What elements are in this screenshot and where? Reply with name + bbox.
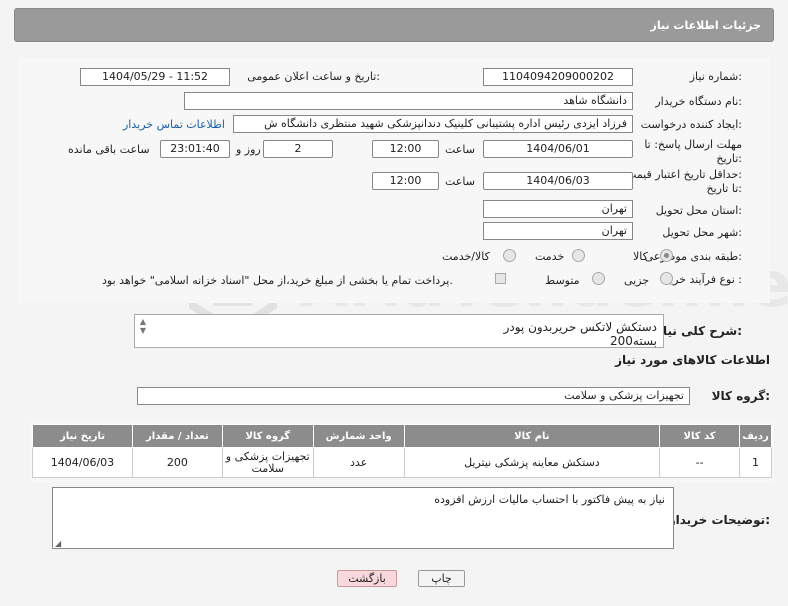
buyer-notes-box: نیاز به پیش فاکتور با احتساب مالیات ارزش… [52, 487, 674, 549]
treasury-payment-checkbox[interactable] [495, 273, 506, 284]
cell-qty: 200 [131, 447, 223, 478]
remaining-time-label: ساعت باقی مانده [68, 143, 150, 156]
buyer-notes-label: توضیحات خریدار: [668, 513, 770, 527]
deadline-label-line2: تاریخ: [716, 152, 742, 165]
cell-code: -- [659, 447, 741, 478]
deadline-date-field: 1404/06/01 [483, 140, 633, 158]
page-title: جزئیات اطلاعات نیاز [650, 19, 762, 32]
process-option-medium: متوسط [545, 274, 580, 287]
col-header-date: تاریخ نیاز [32, 424, 133, 448]
buyer-org-label: نام دستگاه خریدار: [655, 95, 742, 108]
cell-row: 1 [739, 447, 772, 478]
need-description-line2: 200بسته [609, 334, 657, 348]
need-number-field: 1104094209000202 [483, 68, 633, 86]
price-validity-time-field: 12:00 [372, 172, 439, 190]
deadline-label-line1: مهلت ارسال پاسخ: تا [644, 138, 742, 151]
goods-table-header: ردیف کد کالا نام کالا واحد شمارش گروه کا… [32, 424, 772, 448]
deadline-time-label: ساعت [445, 143, 475, 156]
need-description-line1: دستکش لاتکس حریربدون پودر [503, 320, 657, 334]
city-field: تهران [483, 222, 633, 240]
buyer-contact-link[interactable]: اطلاعات تماس خریدار [123, 118, 225, 131]
city-label: شهر محل تحویل: [662, 226, 742, 239]
buyer-notes-text: نیاز به پیش فاکتور با احتساب مالیات ارزش… [434, 493, 665, 506]
scroll-arrows-icon[interactable]: ▲ ▼ [137, 317, 149, 343]
goods-section-title: اطلاعات کالاهای مورد نیاز [615, 353, 770, 367]
col-header-row: ردیف [739, 424, 772, 448]
resize-handle-icon[interactable]: ◢ [55, 539, 61, 548]
page-header: جزئیات اطلاعات نیاز [14, 8, 774, 42]
days-label: روز و [236, 143, 261, 156]
goods-table: ردیف کد کالا نام کالا واحد شمارش گروه کا… [32, 424, 772, 478]
deadline-time-field: 12:00 [372, 140, 439, 158]
col-header-name: نام کالا [403, 424, 661, 448]
announce-date-field: 1404/05/29 - 11:52 [80, 68, 230, 86]
cell-group: تجهیزات پزشکی و سلامت [221, 447, 314, 478]
col-header-group: گروه کالا [221, 424, 314, 448]
days-remaining-field: 2 [263, 140, 333, 158]
process-radio-medium[interactable] [592, 272, 605, 285]
cell-date: 1404/06/03 [32, 447, 133, 478]
category-radio-goods-service[interactable] [503, 249, 516, 262]
goods-group-label: گروه کالا: [711, 389, 770, 403]
buyer-org-field: دانشگاه شاهد [184, 92, 633, 110]
price-validity-label-line1: حداقل تاریخ اعتبار قیمت: [626, 168, 742, 181]
remaining-time-field: 23:01:40 [160, 140, 230, 158]
table-row: 1 -- دستکش معاینه پزشکی نیتریل عدد تجهیز… [32, 447, 772, 478]
province-label: استان محل تحویل: [655, 204, 742, 217]
process-option-minor: جزیی [624, 274, 650, 287]
creator-label: ایجاد کننده درخواست: [640, 118, 742, 131]
print-button[interactable]: چاپ [418, 570, 465, 587]
need-number-label: شماره نیاز: [689, 70, 742, 83]
announce-date-label: تاریخ و ساعت اعلان عمومی: [247, 70, 380, 83]
cell-name: دستکش معاینه پزشکی نیتریل [403, 447, 661, 478]
category-option-goods-service: کالا/خدمت [442, 250, 490, 263]
cell-unit: عدد [312, 447, 405, 478]
process-radio-minor[interactable] [660, 272, 673, 285]
goods-group-field: تجهیزات پزشکی و سلامت [137, 387, 690, 405]
category-option-goods: کالا [633, 250, 648, 263]
price-validity-label-line2: تا تاریخ: [706, 182, 742, 195]
category-option-service: خدمت [535, 250, 565, 263]
back-button[interactable]: بازگشت [337, 570, 397, 587]
process-type-label: نوع فرآیند خرید : [664, 273, 742, 286]
treasury-payment-note: پرداخت تمام یا بخشی از مبلغ خرید،از محل … [102, 274, 453, 287]
creator-field: فرزاد ایزدی رئیس اداره پشتیبانی کلینیک د… [233, 115, 633, 133]
col-header-unit: واحد شمارش [312, 424, 405, 448]
category-radio-service[interactable] [572, 249, 585, 262]
col-header-qty: تعداد / مقدار [131, 424, 223, 448]
need-description-label: شرح کلی نیاز: [656, 324, 742, 338]
col-header-code: کد کالا [659, 424, 741, 448]
price-validity-time-label: ساعت [445, 175, 475, 188]
price-validity-date-field: 1404/06/03 [483, 172, 633, 190]
province-field: تهران [483, 200, 633, 218]
category-radio-goods[interactable] [660, 249, 673, 262]
need-description-box: ▲ ▼ دستکش لاتکس حریربدون پودر 200بسته [134, 314, 664, 348]
